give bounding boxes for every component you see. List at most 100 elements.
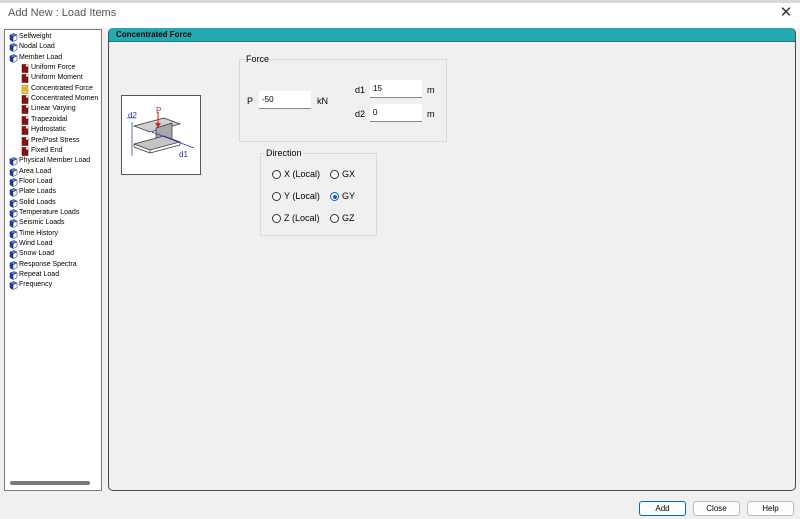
tree-item[interactable]: Seismic Loads: [9, 218, 65, 229]
tree-item-label: Linear Varying: [31, 105, 76, 113]
direction-radio-label[interactable]: GY: [342, 191, 355, 201]
tree-item-label: Area Load: [19, 167, 52, 175]
tree-item-label: Solid Loads: [19, 198, 56, 206]
p-label: P: [247, 96, 254, 106]
diagram-label-d1: d1: [179, 150, 188, 159]
tree-item[interactable]: Solid Loads: [9, 198, 56, 208]
direction-radio[interactable]: [330, 170, 339, 179]
tree-item[interactable]: Linear Varying: [21, 104, 76, 115]
page-selected-icon: [21, 85, 29, 94]
tree-item-label: Uniform Moment: [31, 74, 83, 82]
tree-item[interactable]: Nodal Load: [9, 42, 55, 53]
help-button[interactable]: Help: [747, 501, 794, 516]
tree-item[interactable]: Concentrated Force: [21, 84, 93, 94]
tree-item-label: Plate Loads: [19, 188, 56, 196]
d1-value-input[interactable]: [370, 80, 422, 98]
direction-radio[interactable]: [272, 214, 281, 223]
book-icon: [9, 271, 18, 280]
book-icon: [9, 260, 18, 270]
book-icon: [9, 240, 18, 249]
force-group-label: Force: [245, 54, 271, 64]
tree-item-label: Member Load: [19, 53, 63, 61]
tree-item[interactable]: Floor Load: [9, 177, 52, 187]
book-icon: [9, 250, 18, 260]
tree-item[interactable]: Repeat Load: [9, 270, 59, 280]
tree-item-label: Floor Load: [19, 177, 53, 185]
tree-item[interactable]: Temperature Loads: [9, 208, 79, 218]
direction-radio-label[interactable]: X (Local): [284, 169, 320, 179]
diagram-label-p: P: [156, 106, 161, 115]
tree-item-label: Frequency: [19, 281, 53, 289]
d2-label: d2: [355, 109, 366, 119]
page-icon: [21, 136, 29, 146]
tree-item-label: Concentrated Momen: [31, 95, 99, 103]
tree-item-label: Trapezoidal: [31, 115, 68, 123]
add-button[interactable]: Add: [639, 501, 686, 516]
tree-item[interactable]: Area Load: [9, 167, 51, 177]
panel-header-title: Concentrated Force: [116, 30, 192, 39]
diagram-label-d2: d2: [128, 111, 137, 120]
d2-value-input[interactable]: [370, 104, 422, 122]
tree-item-label: Temperature Loads: [19, 208, 80, 216]
direction-radio-label[interactable]: Y (Local): [284, 191, 320, 201]
load-items-tree[interactable]: Selfweight Nodal Load Member Load Uniform F…: [4, 29, 102, 491]
member-load-diagram: P d1 d2: [121, 95, 201, 175]
tree-item[interactable]: Member Load: [9, 53, 62, 63]
tree-item-label: Response Spectra: [19, 260, 77, 268]
page-icon: [21, 64, 29, 73]
tree-item[interactable]: Physical Member Load: [9, 156, 91, 167]
direction-radio[interactable]: [272, 170, 281, 179]
tree-item-label: Time History: [19, 229, 59, 237]
direction-radio[interactable]: [330, 192, 339, 201]
tree-item[interactable]: Response Spectra: [9, 260, 77, 270]
book-icon: [9, 188, 18, 198]
d1-label: d1: [355, 85, 366, 95]
tree-item[interactable]: Pre/Post Stress: [21, 136, 80, 146]
tree-item[interactable]: Snow Load: [9, 249, 55, 260]
direction-radio-label[interactable]: GX: [342, 169, 355, 179]
tree-item[interactable]: Plate Loads: [9, 187, 56, 198]
background-window-strip: [0, 0, 800, 3]
page-icon: [21, 105, 29, 115]
window-title: Add New : Load Items: [8, 7, 117, 19]
tree-item-label: Physical Member Load: [19, 157, 91, 165]
close-window-button[interactable]: ✕: [776, 3, 796, 23]
tree-item-label: Snow Load: [19, 250, 55, 258]
tree-item[interactable]: Selfweight: [9, 32, 51, 42]
tree-horizontal-scrollbar[interactable]: [10, 481, 90, 485]
i-beam-illustration: P d1 d2: [126, 106, 195, 159]
tree-item-label: Seismic Loads: [19, 219, 65, 227]
book-icon: [9, 178, 18, 187]
page-icon: [21, 74, 29, 84]
book-icon: [9, 33, 18, 42]
tree-item-label: Fixed End: [31, 146, 63, 154]
tree-item-label: Wind Load: [19, 240, 53, 247]
book-icon: [9, 209, 18, 218]
tree-item[interactable]: Frequency: [9, 280, 53, 291]
p-value-input[interactable]: [259, 91, 311, 109]
tree-item-label: Repeat Load: [19, 271, 60, 279]
direction-group-label: Direction: [265, 148, 303, 158]
close-button[interactable]: Close: [693, 501, 740, 516]
load-detail-panel: [108, 28, 796, 491]
tree-item[interactable]: Fixed End: [21, 146, 63, 156]
tree-item-label: Uniform Force: [31, 64, 76, 72]
book-icon: [9, 219, 18, 229]
tree-item[interactable]: Concentrated Momen: [21, 94, 98, 104]
tree-item[interactable]: Trapezoidal: [21, 115, 67, 125]
tree-item[interactable]: Uniform Moment: [21, 73, 83, 84]
book-icon: [9, 43, 18, 53]
tree-item[interactable]: Time History: [9, 229, 58, 239]
tree-item[interactable]: Uniform Force: [21, 63, 75, 73]
p-unit: kN: [317, 96, 328, 106]
direction-radio[interactable]: [330, 214, 339, 223]
direction-radio[interactable]: [272, 192, 281, 201]
tree-item-label: Pre/Post Stress: [31, 136, 80, 144]
page-icon: [21, 147, 29, 156]
direction-radio-label[interactable]: Z (Local): [284, 213, 320, 223]
tree-item[interactable]: Hydrostatic: [21, 125, 66, 135]
direction-radio-label[interactable]: GZ: [342, 213, 355, 223]
tree-item[interactable]: Wind Load: [9, 239, 52, 249]
d2-unit: m: [427, 109, 435, 119]
d1-unit: m: [427, 85, 435, 95]
